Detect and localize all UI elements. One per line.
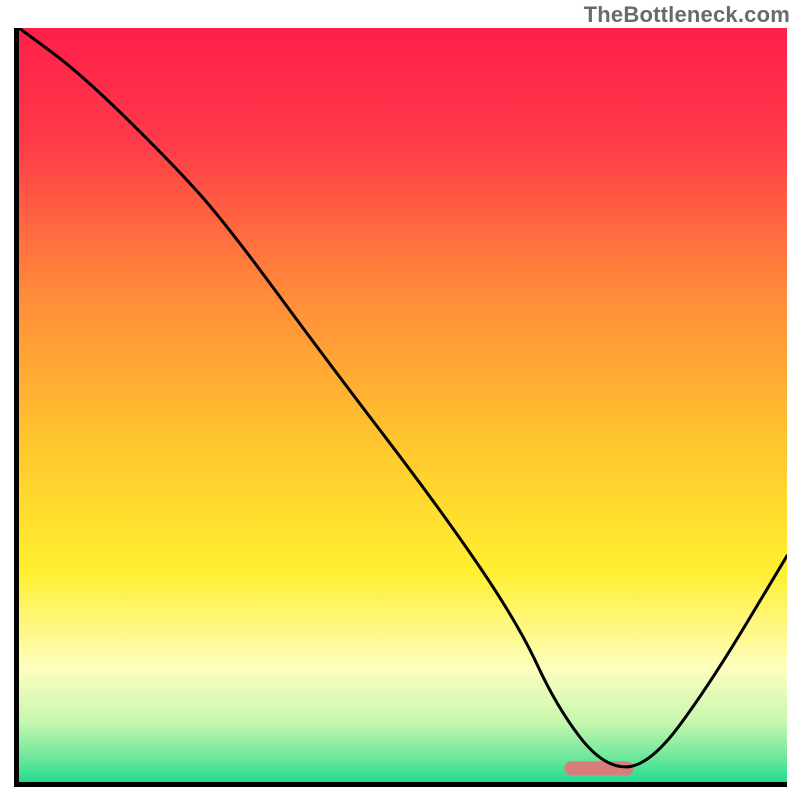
gradient-background bbox=[19, 28, 787, 782]
plot-svg bbox=[19, 28, 787, 782]
watermark-text: TheBottleneck.com bbox=[584, 2, 790, 28]
optimal-marker bbox=[564, 761, 633, 775]
plot-area bbox=[19, 28, 787, 782]
